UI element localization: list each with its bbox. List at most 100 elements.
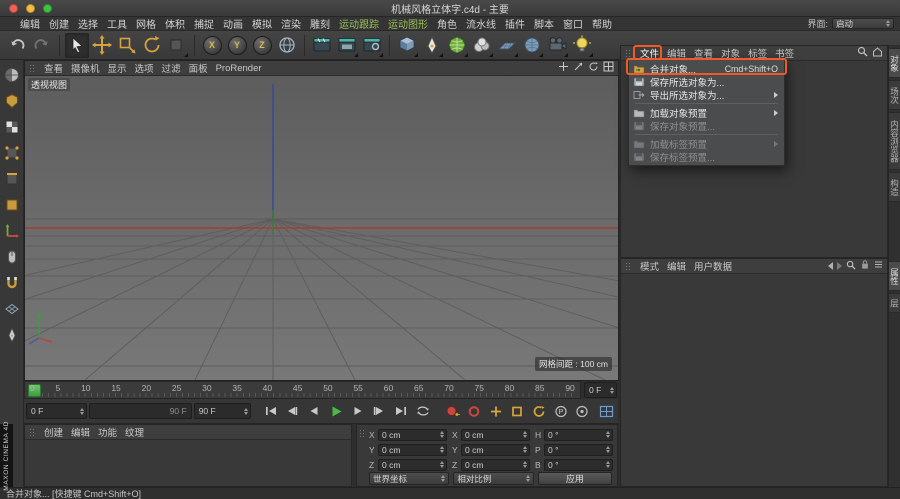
prev-key-icon[interactable] [283,402,303,420]
menu-character[interactable]: 角色 [437,16,457,31]
om-menu-view[interactable]: 查看 [694,46,713,60]
menu-animate[interactable]: 动画 [223,16,243,31]
primitive-cube-icon[interactable] [395,33,419,58]
apply-button[interactable]: 应用 [537,472,612,485]
frame-range-slider[interactable]: 90 F [89,403,192,419]
om-menu-tags[interactable]: 标签 [748,46,767,60]
menu-item-load-object-preset[interactable]: 加载对象预置 [629,106,784,120]
position-x-field[interactable]: 0 cm [378,428,447,441]
spinner-icon[interactable] [610,386,614,394]
am-menu-edit[interactable]: 编辑 [667,259,686,273]
tab-structure[interactable]: 构造 [889,172,900,202]
size-x-field[interactable]: 0 cm [461,428,530,441]
edges-mode-icon[interactable] [2,169,21,188]
menu-script[interactable]: 脚本 [534,16,554,31]
play-icon[interactable] [326,402,346,420]
menu-item-export-selected-as[interactable]: 导出所选对象为... [629,88,784,102]
rotate-view-icon[interactable] [588,61,599,75]
mm-menu-texture[interactable]: 纹理 [125,425,144,439]
menu-mograph[interactable]: 运动图形 [388,16,428,31]
menu-plugins[interactable]: 插件 [505,16,525,31]
menu-item-save-object-preset[interactable]: 保存对象预置... [629,119,784,133]
menu-render[interactable]: 渲染 [281,16,301,31]
sky-object-icon[interactable] [520,33,544,58]
y-axis-lock-icon[interactable]: Y [225,33,249,58]
floor-object-icon[interactable] [495,33,519,58]
menu-item-save-tag-preset[interactable]: 保存标签预置... [629,150,784,164]
lock-icon[interactable] [860,259,870,273]
tool-history-icon[interactable] [165,33,189,58]
x-axis-lock-icon[interactable]: X [200,33,224,58]
redo-icon[interactable] [30,33,54,58]
mm-menu-edit[interactable]: 编辑 [71,425,90,439]
menu-item-merge-objects[interactable]: 合并对象... Cmd+Shift+O [629,62,784,76]
search-icon[interactable] [857,46,868,60]
vp-menu-cameras[interactable]: 摄像机 [71,61,100,75]
maximize-window-icon[interactable] [43,4,52,13]
scale-key-icon[interactable] [507,402,527,420]
render-picture-viewer-icon[interactable] [335,33,359,58]
panel-grip-icon[interactable] [625,261,632,271]
timeline-ruler[interactable]: 05 10 15 20 25 30 35 40 45 50 55 60 65 70 75 80… [24,381,581,399]
menu-sculpt[interactable]: 雕刻 [310,16,330,31]
menu-tools[interactable]: 工具 [107,16,127,31]
om-menu-objects[interactable]: 对象 [721,46,740,60]
tab-attributes[interactable]: 属性 [889,261,900,291]
start-frame-field[interactable]: 0 F [26,403,88,419]
toggle-layout-icon[interactable] [603,61,614,75]
back-icon[interactable] [828,262,833,270]
rotation-key-icon[interactable] [529,402,549,420]
texture-mode-icon[interactable] [2,117,21,136]
am-menu-mode[interactable]: 模式 [640,259,659,273]
menu-select[interactable]: 选择 [78,16,98,31]
menu-volume[interactable]: 体积 [165,16,185,31]
end-frame-field[interactable]: 90 F [193,403,251,419]
menu-help[interactable]: 帮助 [592,16,612,31]
om-menu-edit[interactable]: 编辑 [667,46,686,60]
live-selection-icon[interactable] [65,32,89,58]
menu-mesh[interactable]: 网格 [136,16,156,31]
render-view-icon[interactable] [310,33,334,58]
make-editable-icon[interactable] [2,65,21,84]
menu-item-load-tag-preset[interactable]: 加载标签预置 [629,137,784,151]
volume-builder-icon[interactable] [470,33,494,58]
panel-grip-icon[interactable] [29,427,36,437]
enable-snap-icon[interactable] [2,273,21,292]
vp-menu-filter[interactable]: 过滤 [162,61,181,75]
menu-icon[interactable] [874,260,883,272]
prev-frame-icon[interactable] [304,402,324,420]
motion-system-icon[interactable] [596,402,616,420]
rotation-p-field[interactable]: 0 ° [544,443,613,456]
mm-menu-function[interactable]: 功能 [98,425,117,439]
size-mode-select[interactable]: 相对比例 [453,472,534,485]
render-settings-icon[interactable] [360,33,384,58]
minimize-window-icon[interactable] [26,4,35,13]
goto-end-icon[interactable] [391,402,411,420]
subdivision-surface-icon[interactable] [445,33,469,58]
camera-object-icon[interactable] [545,33,569,58]
parameter-key-icon[interactable]: P [551,402,571,420]
coordinate-system-icon[interactable] [275,33,299,58]
spinner-icon[interactable] [80,407,85,415]
size-z-field[interactable]: 0 cm [461,458,530,471]
next-key-icon[interactable] [369,402,389,420]
mm-menu-create[interactable]: 创建 [44,425,63,439]
vp-menu-view[interactable]: 查看 [44,61,63,75]
menu-create[interactable]: 创建 [49,16,69,31]
menu-pipeline[interactable]: 流水线 [466,16,496,31]
points-mode-icon[interactable] [2,143,21,162]
next-frame-icon[interactable] [348,402,368,420]
size-y-field[interactable]: 0 cm [461,443,530,456]
scale-tool-icon[interactable] [115,33,139,58]
interface-select[interactable]: 启动 [832,18,894,29]
pla-key-icon[interactable] [573,402,593,420]
am-menu-userdata[interactable]: 用户数据 [694,259,732,273]
menu-window[interactable]: 窗口 [563,16,583,31]
spline-pen-icon[interactable] [420,33,444,58]
position-key-icon[interactable] [486,402,506,420]
paint-tool-icon[interactable] [2,325,21,344]
panel-grip-icon[interactable] [625,48,632,58]
rotation-b-field[interactable]: 0 ° [544,458,613,471]
om-menu-file[interactable]: 文件 [640,46,659,60]
enable-axis-icon[interactable] [2,221,21,240]
